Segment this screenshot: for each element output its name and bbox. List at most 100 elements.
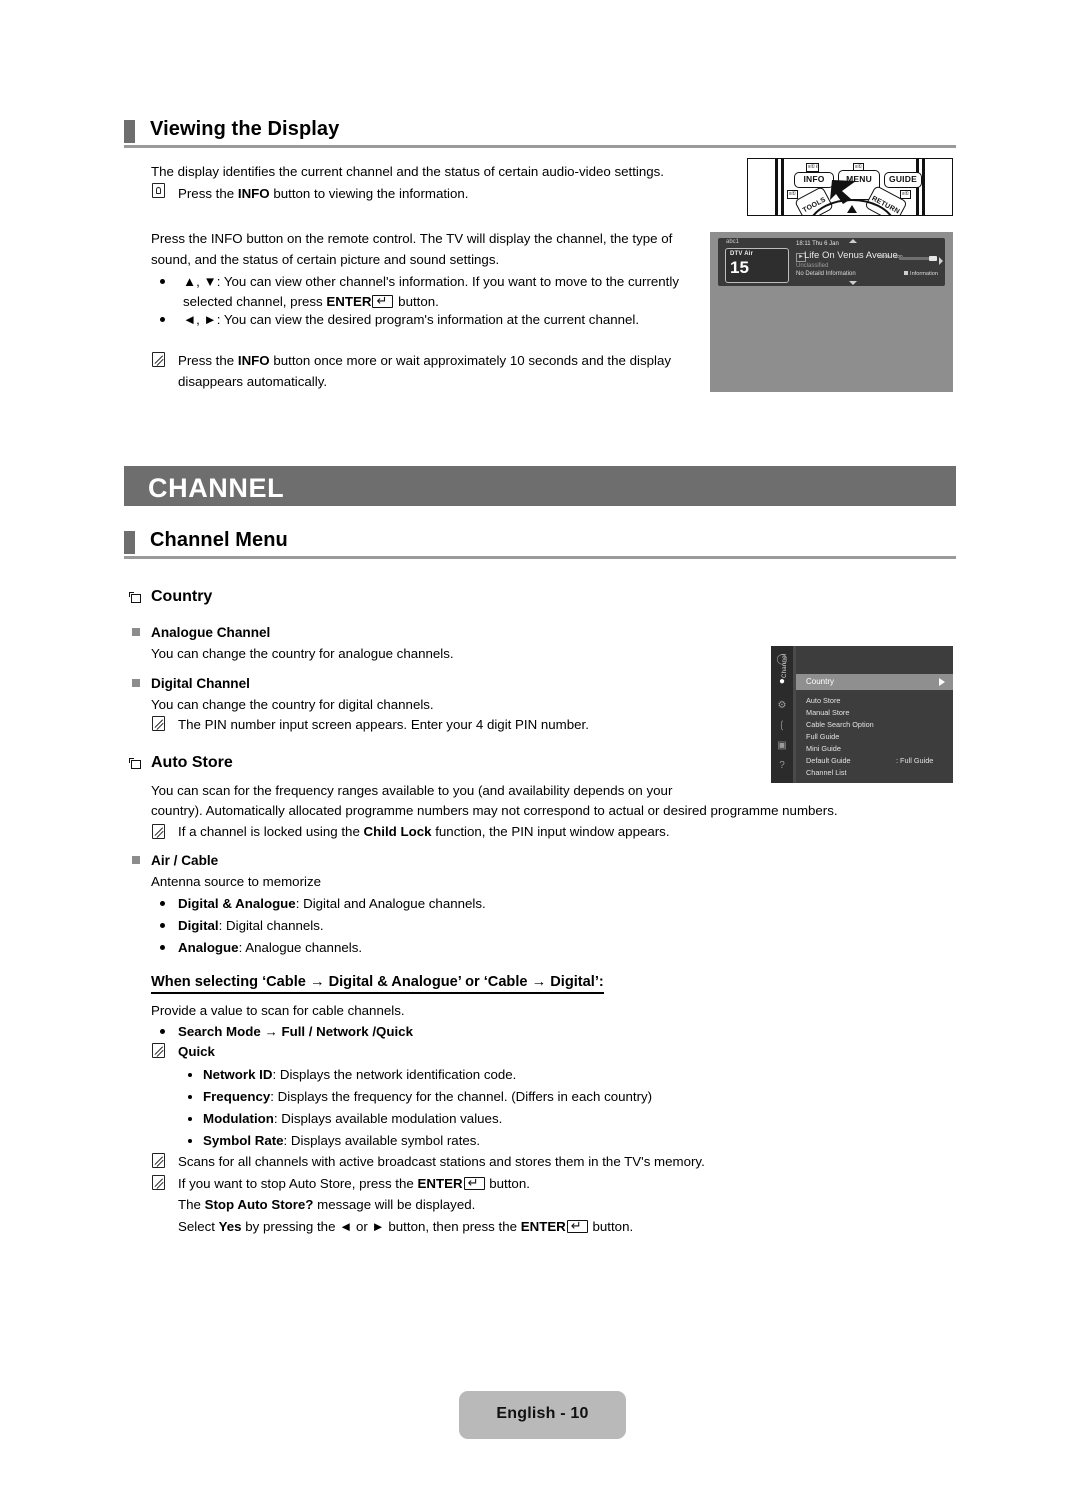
note-icon (152, 352, 165, 367)
auto-store-heading: Auto Store (151, 754, 233, 771)
tv-menu-item-full-guide[interactable]: Full Guide (806, 732, 839, 741)
bullet-dot (160, 945, 165, 950)
bullet-dot (160, 1029, 165, 1034)
chevron-right-icon (939, 678, 945, 686)
quick-item-0: Network ID: Displays the network identif… (203, 1067, 517, 1082)
tv-menu-item-cable-search-option[interactable]: Cable Search Option (806, 720, 874, 729)
square-bullet (132, 679, 140, 687)
analogue-channel-heading: Analogue Channel (151, 625, 271, 640)
search-mode-text: Search Mode → Full / Network /Quick (178, 1024, 413, 1039)
cable-selection-heading: When selecting ‘Cable → Digital & Analog… (151, 974, 604, 994)
bullet-dot (188, 1073, 192, 1077)
viewing-note-line1: Press the INFO button once more or wait … (178, 353, 671, 368)
tv-menu-selected-row[interactable]: Country (796, 674, 953, 690)
auto-store-text-line1: You can scan for the frequency ranges av… (151, 783, 673, 798)
note-message-text: The Stop Auto Store? message will be dis… (178, 1197, 476, 1212)
tv-rating: Unclassified (796, 263, 829, 269)
enter-key-icon (372, 292, 394, 310)
auto-store-note: If a channel is locked using the Child L… (178, 824, 670, 839)
quick-label: Quick (178, 1044, 215, 1059)
enter-key-icon (566, 1217, 588, 1235)
viewing-press-note: Press the INFO button to viewing the inf… (178, 186, 469, 201)
note-icon (152, 1153, 165, 1168)
square-outline-bullet (129, 758, 141, 769)
bullet-dot (160, 279, 165, 284)
square-bullet (132, 628, 140, 636)
note-icon (152, 1043, 165, 1058)
square-bullet (132, 856, 140, 864)
remote-dpad-ring (812, 198, 892, 215)
enter-key-icon (463, 1174, 485, 1192)
tv-channel-box: DTV Air 15 (725, 248, 789, 283)
cable-intro-text: Provide a value to scan for cable channe… (151, 1003, 405, 1018)
air-cable-heading: Air / Cable (151, 853, 219, 868)
bullet-dot (160, 923, 165, 928)
tv-menu-selected-label: Country (806, 677, 835, 686)
digital-channel-text: You can change the country for digital c… (151, 697, 434, 712)
chapter-band-title: CHANNEL (148, 473, 285, 503)
heading-rule (124, 145, 956, 148)
page-footer-badge: English - 10 (459, 1391, 626, 1439)
tv-channel-number: 15 (730, 258, 749, 277)
tv-display-screenshot: abc1 DTV Air 15 18:11 Thu 6 Jan ► Life O… (710, 232, 953, 392)
digital-channel-heading: Digital Channel (151, 676, 250, 691)
viewing-intro-text: The display identifies the current chann… (151, 164, 664, 179)
heading-accent-bar (124, 120, 135, 143)
setup-icon[interactable]: ⚙ (776, 700, 788, 712)
viewing-para-line2: sound, and the status of certain picture… (151, 252, 500, 267)
tv-menu-item-mini-guide[interactable]: Mini Guide (806, 744, 841, 753)
air-cable-option-2: Analogue: Analogue channels. (178, 940, 363, 955)
quick-item-1: Frequency: Displays the frequency for th… (203, 1089, 653, 1104)
quick-item-3: Symbol Rate: Displays available symbol r… (203, 1133, 481, 1148)
tv-osd-panel: abc1 DTV Air 15 18:11 Thu 6 Jan ► Life O… (718, 238, 945, 286)
arrow-up-icon (849, 239, 857, 243)
note-stop-text: If you want to stop Auto Store, press th… (178, 1173, 530, 1195)
air-cable-option-0: Digital & Analogue: Digital and Analogue… (178, 896, 486, 911)
tv-menu-item-channel-list[interactable]: Channel List (806, 768, 847, 777)
section-heading-viewing-the-display: Viewing the Display (124, 118, 956, 150)
note-select-text: Select Yes by pressing the ◄ or ► button… (178, 1216, 633, 1238)
bullet-dot (188, 1139, 192, 1143)
heading-accent-bar (124, 531, 135, 554)
press-icon (152, 183, 165, 198)
tv-station-name: abc1 (726, 239, 740, 245)
tv-information-hint: Information (904, 271, 938, 277)
air-cable-text: Antenna source to memorize (151, 874, 321, 889)
viewing-note-line2: disappears automatically. (178, 374, 328, 389)
section-title: Channel Menu (150, 529, 288, 551)
tv-detail-text: No Detaild Information (796, 271, 856, 277)
note-scan-text: Scans for all channels with active broad… (178, 1154, 705, 1169)
analogue-channel-text: You can change the country for analogue … (151, 646, 454, 661)
input-icon[interactable]: ❲ (776, 720, 788, 732)
application-icon[interactable]: ▣ (776, 740, 788, 752)
bullet-dot (188, 1117, 192, 1121)
manual-page: Viewing the Display The display identifi… (0, 0, 1080, 1488)
viewing-bullet1-line1: ▲, ▼: You can view other channel's infor… (183, 274, 679, 289)
country-heading: Country (151, 588, 213, 605)
bullet-dot (160, 317, 165, 322)
tv-menu-item-manual-store[interactable]: Manual Store (806, 708, 849, 717)
square-outline-bullet (129, 592, 141, 603)
quick-item-2: Modulation: Displays available modulatio… (203, 1111, 503, 1126)
digital-channel-note: The PIN number input screen appears. Ent… (178, 717, 589, 732)
bullet-dot (188, 1095, 192, 1099)
arrow-down-icon (849, 281, 857, 285)
tv-menu-item-auto-store[interactable]: Auto Store (806, 696, 840, 705)
note-icon (152, 824, 165, 839)
viewing-para-line1: Press the INFO button on the remote cont… (151, 231, 673, 246)
tv-menu-vertical-label: Channel (782, 653, 788, 678)
tv-menu-item-default-guide[interactable]: Default Guide (806, 756, 851, 765)
support-icon[interactable]: ? (776, 760, 788, 772)
page-number-label: English - 10 (496, 1405, 589, 1422)
section-title: Viewing the Display (150, 118, 340, 140)
tv-progress-bar (899, 256, 937, 261)
bullet-dot (160, 901, 165, 906)
section-heading-channel-menu: Channel Menu (124, 529, 956, 561)
tv-menu-value-default-guide: : Full Guide (896, 756, 934, 765)
tv-datetime: 18:11 Thu 6 Jan (796, 241, 839, 247)
tv-menu-screenshot: ◯ ● ⚙ ❲ ▣ ? Channel Country Auto Store M… (771, 646, 953, 783)
tv-menu-rail-divider (793, 646, 796, 783)
note-icon (152, 1175, 165, 1190)
note-icon (152, 716, 165, 731)
viewing-bullet2: ◄, ►: You can view the desired program's… (183, 312, 640, 327)
